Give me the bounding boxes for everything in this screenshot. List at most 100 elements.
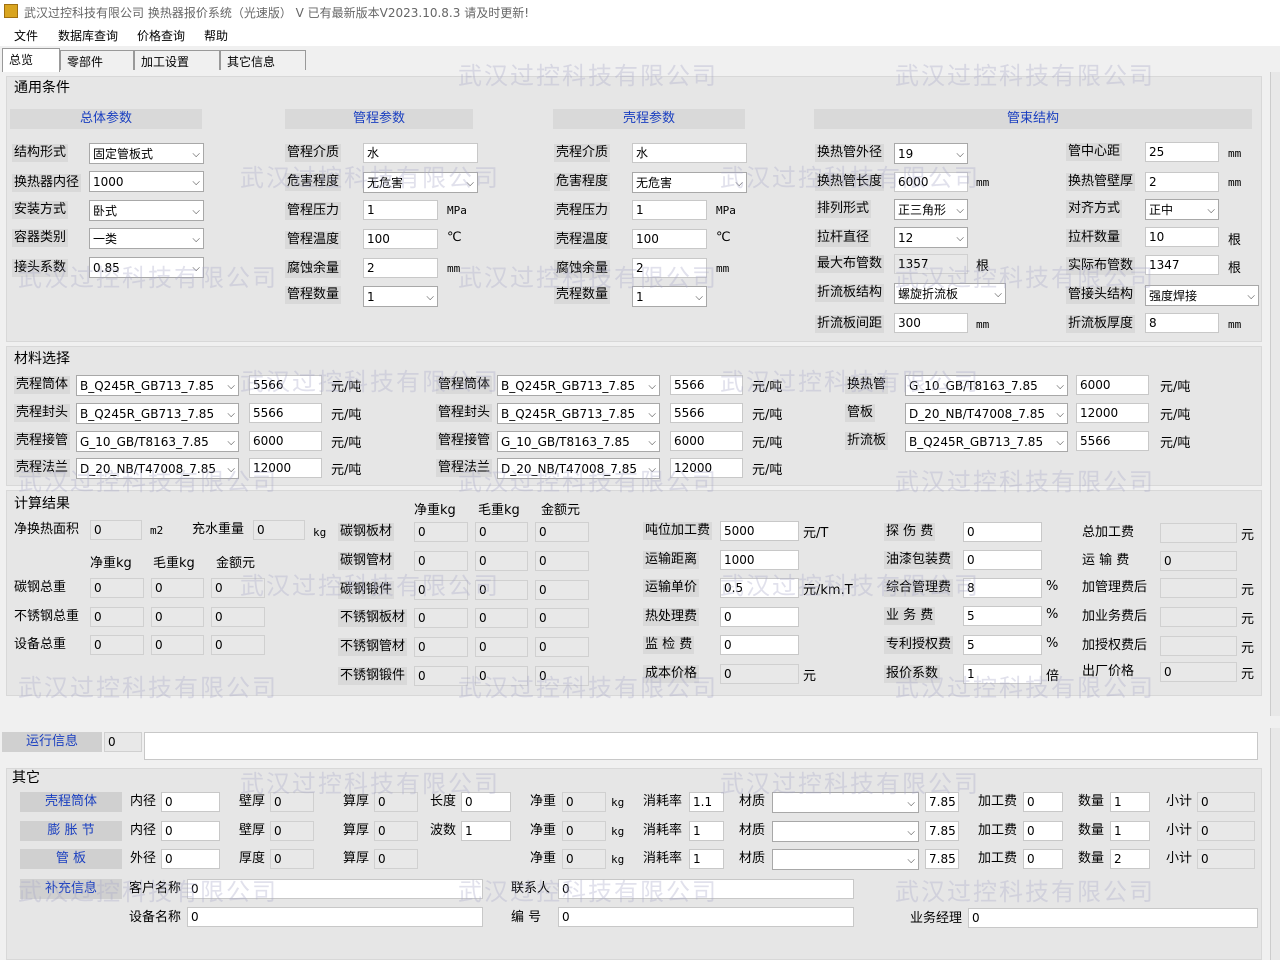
fee-input[interactable]: 8 (963, 578, 1042, 598)
material-select[interactable]: ⌵ (772, 849, 919, 870)
baffle-spacing-input[interactable]: 300 (894, 313, 968, 333)
menu-database[interactable]: 数据库查询 (58, 27, 118, 44)
material-price-input[interactable]: 5566 (249, 375, 322, 395)
field-input[interactable]: 1 (461, 821, 511, 841)
device-input[interactable]: 0 (187, 907, 483, 927)
cost-input[interactable]: 1000 (720, 550, 799, 570)
material-price-input[interactable]: 12000 (1076, 403, 1149, 423)
customer-input[interactable]: 0 (187, 879, 483, 899)
material-select[interactable]: D_20_NB/T47008_7.85 ⌵ (497, 458, 660, 479)
material-select[interactable]: B_Q245R_GB713_7.85 ⌵ (76, 403, 239, 424)
fee-input[interactable]: 1 (963, 664, 1042, 684)
material-select[interactable]: B_Q245R_GB713_7.85 ⌵ (497, 375, 660, 396)
material-price-input[interactable]: 5566 (670, 403, 743, 423)
area-value: 0 (90, 520, 142, 540)
tube-medium-input[interactable]: 水 (363, 143, 478, 163)
cost-input[interactable]: 0.5 (720, 578, 799, 598)
qty-input[interactable]: 2 (1110, 849, 1150, 869)
select-install[interactable]: 卧式 ⌵ (89, 200, 204, 221)
select-joint-factor[interactable]: 0.85 ⌵ (89, 257, 204, 278)
pitch-input[interactable]: 25 (1145, 142, 1219, 162)
material-select[interactable]: B_Q245R_GB713_7.85 ⌵ (497, 403, 660, 424)
density-input[interactable]: 7.85 (925, 849, 959, 869)
select-baffle-type[interactable]: 螺旋折流板 ⌵ (894, 283, 1006, 304)
field-input[interactable]: 0 (461, 792, 511, 812)
menu-file[interactable]: 文件 (14, 27, 38, 44)
wall-thickness-input[interactable]: 2 (1145, 172, 1219, 192)
actual-tubes-input[interactable]: 1347 (1145, 255, 1219, 275)
shell-medium-input[interactable]: 水 (632, 143, 747, 163)
tube-temp-input[interactable]: 100 (363, 229, 438, 249)
select-tube-count[interactable]: 1 ⌵ (363, 286, 438, 307)
fee-input[interactable]: 0 (963, 550, 1042, 570)
process-fee-input[interactable]: 0 (1023, 821, 1063, 841)
material-select[interactable]: D_20_NB/T47008_7.85 ⌵ (76, 458, 239, 479)
material-select[interactable]: G_10_GB/T8163_7.85 ⌵ (905, 375, 1068, 396)
tab-process[interactable]: 加工设置 (134, 50, 220, 70)
select-shell-count[interactable]: 1 ⌵ (632, 286, 707, 307)
field-input[interactable]: 0 (161, 821, 220, 841)
material-select[interactable]: B_Q245R_GB713_7.85 ⌵ (905, 431, 1068, 452)
tab-parts[interactable]: 零部件 (60, 50, 134, 70)
material-select[interactable]: D_20_NB/T47008_7.85 ⌵ (905, 403, 1068, 424)
material-price-input[interactable]: 5566 (670, 375, 743, 395)
select-inner-diameter[interactable]: 1000 ⌵ (89, 171, 204, 192)
material-select[interactable]: B_Q245R_GB713_7.85 ⌵ (76, 375, 239, 396)
tube-pressure-input[interactable]: 1 (363, 200, 438, 220)
tab-overview[interactable]: 总览 (2, 48, 60, 72)
menu-help[interactable]: 帮助 (204, 27, 228, 44)
manager-input[interactable]: 0 (968, 908, 1258, 928)
loss-input[interactable]: 1 (689, 821, 724, 841)
material-select[interactable]: G_10_GB/T8163_7.85 ⌵ (497, 431, 660, 452)
number-input[interactable]: 0 (558, 907, 854, 927)
density-input[interactable]: 7.85 (925, 792, 959, 812)
contact-input[interactable]: 0 (558, 879, 854, 899)
loss-input[interactable]: 1 (689, 849, 724, 869)
select-shell-hazard[interactable]: 无危害 ⌵ (632, 172, 747, 193)
fee-input[interactable]: 5 (963, 635, 1042, 655)
select-joint-structure[interactable]: 强度焊接 ⌵ (1145, 285, 1259, 306)
density-input[interactable]: 7.85 (925, 821, 959, 841)
shell-corrosion-input[interactable]: 2 (632, 258, 707, 278)
tube-corrosion-input[interactable]: 2 (363, 258, 438, 278)
material-select[interactable]: ⌵ (772, 821, 919, 842)
select-tube-hazard[interactable]: 无危害 ⌵ (363, 172, 478, 193)
fee-input[interactable]: 0 (963, 522, 1042, 542)
fee-input[interactable]: 5 (963, 606, 1042, 626)
main-scrollbar[interactable] (1270, 72, 1280, 716)
rod-count-input[interactable]: 10 (1145, 227, 1219, 247)
cost-input[interactable]: 0 (720, 607, 799, 627)
process-fee-input[interactable]: 0 (1023, 792, 1063, 812)
select-structure[interactable]: 固定管板式 ⌵ (89, 143, 204, 164)
tab-other[interactable]: 其它信息 (220, 50, 306, 70)
select-tube-od[interactable]: 19 ⌵ (894, 143, 968, 164)
menu-price[interactable]: 价格查询 (137, 27, 185, 44)
process-fee-input[interactable]: 0 (1023, 849, 1063, 869)
tube-pressure-unit: MPa (447, 204, 467, 217)
qty-input[interactable]: 1 (1110, 792, 1150, 812)
select-alignment[interactable]: 正中 ⌵ (1145, 199, 1219, 220)
field-input[interactable]: 0 (161, 849, 220, 869)
shell-temp-input[interactable]: 100 (632, 229, 707, 249)
material-price-input[interactable]: 12000 (249, 458, 322, 478)
material-select[interactable]: G_10_GB/T8163_7.85 ⌵ (76, 431, 239, 452)
baffle-thickness-input[interactable]: 8 (1145, 313, 1219, 333)
material-price-input[interactable]: 12000 (670, 458, 743, 478)
cost-input[interactable]: 5000 (720, 521, 799, 541)
material-select[interactable]: ⌵ (772, 792, 919, 813)
material-price-input[interactable]: 6000 (249, 431, 322, 451)
select-rod-diameter[interactable]: 12 ⌵ (894, 227, 968, 248)
material-price-input[interactable]: 6000 (1076, 375, 1149, 395)
select-vessel-class[interactable]: 一类 ⌵ (89, 228, 204, 249)
field-input[interactable]: 0 (161, 792, 220, 812)
loss-input[interactable]: 1.1 (689, 792, 724, 812)
tube-length-input[interactable]: 6000 (894, 172, 968, 192)
material-price-input[interactable]: 6000 (670, 431, 743, 451)
shell-pressure-input[interactable]: 1 (632, 200, 707, 220)
qty-input[interactable]: 1 (1110, 821, 1150, 841)
cost-input[interactable]: 0 (720, 635, 799, 655)
material-price-input[interactable]: 5566 (1076, 431, 1149, 451)
select-arrangement[interactable]: 正三角形 ⌵ (894, 199, 968, 220)
material-price-input[interactable]: 5566 (249, 403, 322, 423)
lower-scrollbar[interactable] (1270, 728, 1280, 960)
